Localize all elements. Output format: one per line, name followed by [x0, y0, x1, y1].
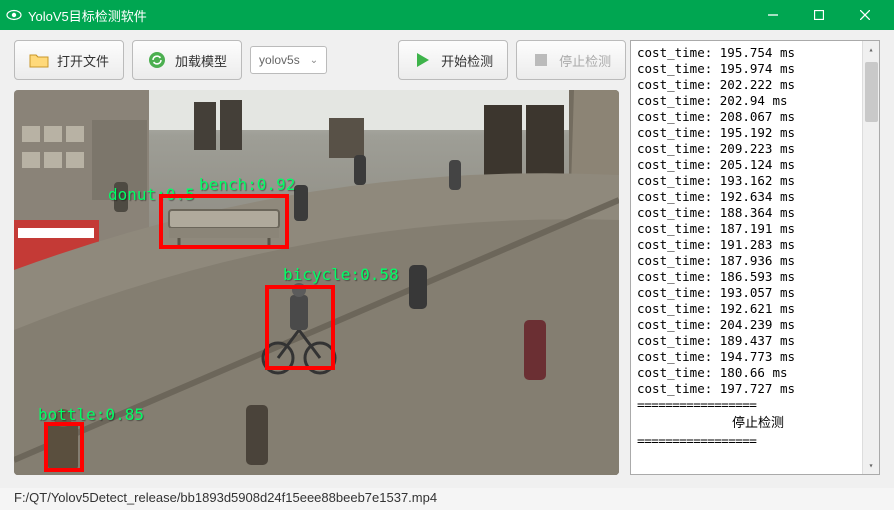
log-separator: ================= [637, 433, 879, 449]
stop-detect-button[interactable]: 停止检测 [516, 40, 626, 80]
log-line: cost_time: 192.634 ms [637, 189, 879, 205]
app-eye-icon [6, 7, 22, 23]
refresh-icon [147, 51, 167, 69]
load-model-button[interactable]: 加载模型 [132, 40, 242, 80]
scroll-down-icon[interactable]: ▾ [863, 457, 879, 474]
detection-image: donut:0.5 bench:0.92 bicycle:0.58 bottle… [14, 90, 619, 475]
chevron-down-icon: ⌄ [310, 55, 318, 66]
log-line: cost_time: 209.223 ms [637, 141, 879, 157]
log-line: cost_time: 187.191 ms [637, 221, 879, 237]
log-line: cost_time: 193.057 ms [637, 285, 879, 301]
titlebar: YoloV5目标检测软件 [0, 0, 894, 30]
log-line: cost_time: 195.754 ms [637, 45, 879, 61]
stop-icon [531, 51, 551, 69]
minimize-button[interactable] [750, 0, 796, 30]
statusbar: F:/QT/Yolov5Detect_release/bb1893d5908d2… [0, 488, 894, 510]
log-line: cost_time: 202.222 ms [637, 77, 879, 93]
window-title: YoloV5目标检测软件 [28, 6, 750, 25]
content-area: 打开文件 加载模型 yolov5s ⌄ 开始检测 停止检测 [0, 30, 894, 488]
start-detect-label: 开始检测 [441, 51, 493, 70]
model-select[interactable]: yolov5s ⌄ [250, 46, 327, 74]
log-line: cost_time: 192.621 ms [637, 301, 879, 317]
detection-label: bicycle:0.58 [283, 265, 399, 284]
log-scrollbar[interactable]: ▴ ▾ [862, 41, 879, 474]
open-file-label: 打开文件 [57, 51, 109, 70]
status-path: F:/QT/Yolov5Detect_release/bb1893d5908d2… [14, 490, 437, 505]
detection-box [265, 285, 335, 370]
log-line: cost_time: 197.727 ms [637, 381, 879, 397]
log-line: cost_time: 186.593 ms [637, 269, 879, 285]
log-line: cost_time: 188.364 ms [637, 205, 879, 221]
stop-detect-label: 停止检测 [559, 51, 611, 70]
log-line: cost_time: 208.067 ms [637, 109, 879, 125]
log-line: cost_time: 193.162 ms [637, 173, 879, 189]
toolbar: 打开文件 加载模型 yolov5s ⌄ 开始检测 停止检测 [14, 40, 626, 80]
log-stop-text: 停止检测 [637, 413, 879, 433]
log-line: cost_time: 195.192 ms [637, 125, 879, 141]
log-line: cost_time: 191.283 ms [637, 237, 879, 253]
load-model-label: 加载模型 [175, 51, 227, 70]
scroll-thumb[interactable] [865, 62, 878, 122]
close-button[interactable] [842, 0, 888, 30]
scroll-up-icon[interactable]: ▴ [863, 41, 879, 58]
log-separator: ================= [637, 397, 879, 413]
log-line: cost_time: 194.773 ms [637, 349, 879, 365]
log-line: cost_time: 205.124 ms [637, 157, 879, 173]
detection-box [44, 422, 84, 472]
log-line: cost_time: 189.437 ms [637, 333, 879, 349]
model-select-value: yolov5s [259, 53, 300, 67]
start-detect-button[interactable]: 开始检测 [398, 40, 508, 80]
play-icon [413, 51, 433, 69]
log-line: cost_time: 180.66 ms [637, 365, 879, 381]
open-file-button[interactable]: 打开文件 [14, 40, 124, 80]
maximize-button[interactable] [796, 0, 842, 30]
log-line: cost_time: 195.974 ms [637, 61, 879, 77]
detection-label: bench:0.92 [199, 175, 295, 194]
log-line: cost_time: 204.239 ms [637, 317, 879, 333]
detection-box [159, 194, 289, 249]
log-line: cost_time: 202.94 ms [637, 93, 879, 109]
log-line: cost_time: 187.936 ms [637, 253, 879, 269]
folder-icon [29, 51, 49, 69]
log-panel: cost_time: 195.754 mscost_time: 195.974 … [630, 40, 880, 475]
